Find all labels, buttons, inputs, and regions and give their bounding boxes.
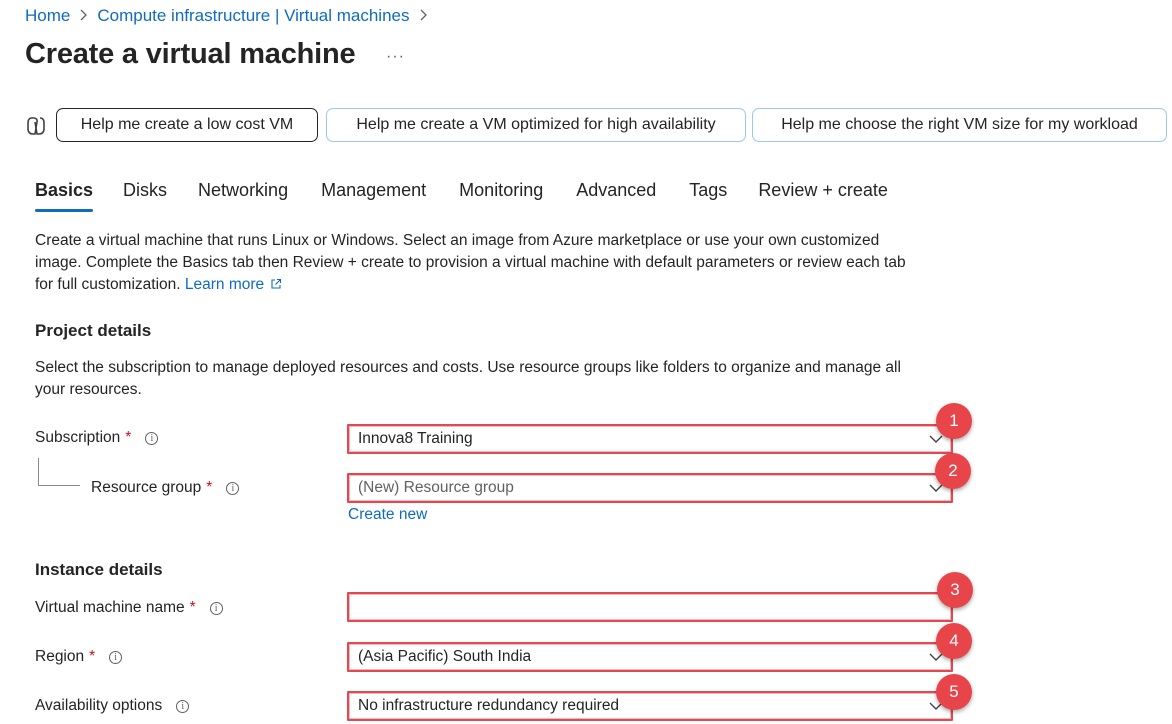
intro-text: Create a virtual machine that runs Linux… [35, 230, 955, 296]
step-badge: 4 [936, 623, 972, 659]
chevron-right-icon [419, 8, 428, 25]
project-details-text: Select the subscription to manage deploy… [35, 359, 901, 398]
chevron-right-icon [79, 8, 88, 25]
tree-connector [38, 458, 39, 486]
tab-review-create[interactable]: Review + create [758, 180, 888, 214]
learn-more-link[interactable]: Learn more [185, 276, 283, 293]
subscription-label: Subscription * i [35, 429, 159, 447]
subscription-dropdown[interactable]: Innova8 Training [347, 424, 953, 454]
chip-high-availability-vm[interactable]: Help me create a VM optimized for high a… [326, 108, 746, 142]
tab-disks[interactable]: Disks [123, 180, 167, 214]
availability-options-dropdown[interactable]: No infrastructure redundancy required [347, 691, 953, 721]
info-icon[interactable]: i [109, 650, 123, 664]
create-new-resource-group-link[interactable]: Create new [348, 506, 427, 524]
region-label: Region * i [35, 648, 123, 666]
instance-details-heading: Instance details [35, 560, 163, 579]
step-badge: 3 [937, 572, 973, 608]
more-options-button[interactable]: ··· [386, 48, 405, 66]
required-mark: * [125, 429, 132, 446]
info-icon[interactable]: i [176, 699, 190, 713]
vm-name-label: Virtual machine name * i [35, 599, 223, 617]
resource-group-dropdown[interactable]: (New) Resource group [347, 473, 953, 503]
chip-right-vm-size[interactable]: Help me choose the right VM size for my … [752, 108, 1167, 142]
required-mark: * [189, 599, 196, 616]
tab-management[interactable]: Management [321, 180, 426, 214]
tab-networking[interactable]: Networking [198, 180, 288, 214]
tab-list: Basics Disks Networking Management Monit… [35, 180, 888, 214]
info-icon[interactable]: i [209, 601, 223, 615]
tab-basics[interactable]: Basics [35, 180, 94, 214]
required-mark: * [89, 648, 96, 665]
project-details-heading: Project details [35, 321, 152, 340]
availability-options-label: Availability options i [35, 697, 190, 715]
tab-monitoring[interactable]: Monitoring [459, 180, 543, 214]
tree-connector [38, 485, 80, 486]
breadcrumb-home[interactable]: Home [25, 6, 70, 26]
required-mark: * [206, 479, 213, 496]
breadcrumb-virtual-machines[interactable]: Compute infrastructure | Virtual machine… [97, 6, 409, 26]
intro-line: image. Complete the Basics tab then Revi… [35, 254, 906, 271]
step-badge: 1 [936, 403, 972, 439]
breadcrumb: Home Compute infrastructure | Virtual ma… [25, 6, 437, 26]
chip-low-cost-vm[interactable]: Help me create a low cost VM [56, 108, 318, 142]
step-badge: 5 [936, 674, 972, 710]
info-icon[interactable]: i [145, 431, 159, 445]
external-link-icon [271, 278, 282, 289]
resource-group-label: Resource group * i [91, 479, 240, 497]
vm-name-input[interactable] [347, 592, 953, 622]
tab-advanced[interactable]: Advanced [576, 180, 656, 214]
intro-line: Create a virtual machine that runs Linux… [35, 232, 880, 249]
info-icon[interactable]: i [226, 481, 240, 495]
copilot-icon [24, 114, 48, 138]
tab-tags[interactable]: Tags [689, 180, 727, 214]
step-badge: 2 [935, 453, 971, 489]
page-title: Create a virtual machine [25, 38, 356, 70]
intro-line: for full customization. Learn more [35, 274, 955, 296]
region-dropdown[interactable]: (Asia Pacific) South India [347, 642, 953, 672]
